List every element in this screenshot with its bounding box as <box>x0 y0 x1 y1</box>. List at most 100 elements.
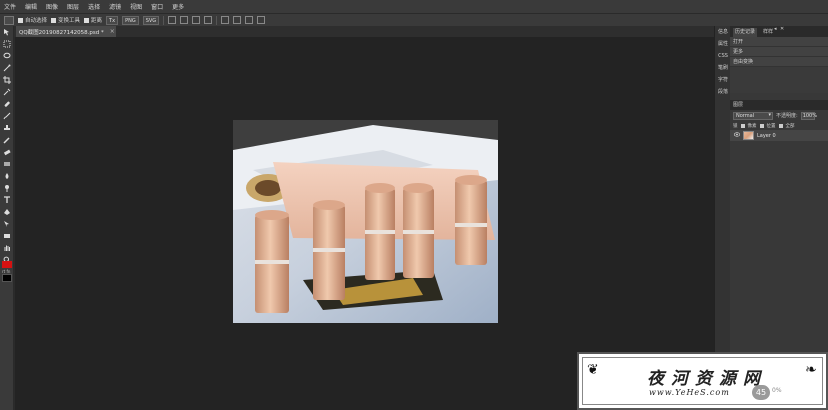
lock-all-checkbox[interactable] <box>778 123 783 128</box>
transform-controls-label: 变换工具 <box>58 18 81 24</box>
lasso-tool-icon[interactable] <box>0 50 14 62</box>
blur-tool-icon[interactable] <box>0 170 14 182</box>
dock-paragraph[interactable]: 段落 <box>715 86 731 98</box>
checkbox-box <box>51 17 57 23</box>
menu-edit[interactable]: 编辑 <box>25 2 37 11</box>
eraser-tool-icon[interactable] <box>0 146 14 158</box>
eye-icon[interactable] <box>733 132 741 139</box>
menu-select[interactable]: 选择 <box>88 2 100 11</box>
align-center-icon[interactable] <box>180 16 189 24</box>
history-item[interactable]: 自由变换 <box>730 57 828 67</box>
checkbox-box <box>84 17 90 23</box>
auto-select-checkbox[interactable]: 自动选择 <box>18 16 47 24</box>
menu-filter[interactable]: 滤镜 <box>109 2 121 11</box>
ornament-right-icon: ❧ <box>805 362 817 378</box>
menu-bar: 文件 编辑 图像 图层 选择 滤镜 视图 窗口 更多 <box>0 0 828 13</box>
menu-more[interactable]: 更多 <box>172 2 184 11</box>
divider <box>163 15 165 25</box>
dodge-tool-icon[interactable] <box>0 182 14 194</box>
progress-badge-text: 0% <box>772 387 782 394</box>
menu-window[interactable]: 窗口 <box>151 2 163 11</box>
history-item[interactable]: 打开 <box>730 37 828 47</box>
lock-pixels-checkbox[interactable] <box>740 123 745 128</box>
format-dropdown[interactable]: Tx <box>106 15 119 25</box>
stamp-tool-icon[interactable] <box>0 122 14 134</box>
layer-item[interactable]: Layer 0 <box>730 130 828 141</box>
options-bar: 自动选择 变换工具 距离 Tx PNG SVG <box>0 13 828 26</box>
close-panel-icon[interactable]: ✕ <box>780 26 784 32</box>
checkbox-box <box>18 17 23 23</box>
opacity-label: 不透明度: <box>776 113 798 119</box>
history-brush-icon[interactable] <box>0 134 14 146</box>
crop-tool-icon[interactable] <box>0 74 14 86</box>
history-panel-header: 历史记录 样样 ◂ ✕ <box>730 26 828 37</box>
transform-controls-checkbox[interactable]: 变换工具 <box>51 16 80 24</box>
lipstick-photo <box>233 120 498 323</box>
dock-character[interactable]: 字符 <box>715 74 731 86</box>
divider <box>216 15 218 25</box>
layers-empty-area <box>730 141 828 378</box>
link-icon[interactable] <box>257 16 266 24</box>
auto-select-label: 自动选择 <box>25 18 48 24</box>
text-tool-icon[interactable] <box>0 194 14 206</box>
lock-label: 锁 <box>733 123 738 129</box>
align-right-icon[interactable] <box>192 16 201 24</box>
menu-view[interactable]: 视图 <box>130 2 142 11</box>
eyedropper-icon[interactable] <box>0 86 14 98</box>
distance-checkbox[interactable]: 距离 <box>84 16 102 24</box>
canvas-image[interactable] <box>233 120 498 323</box>
gradient-tool-icon[interactable] <box>0 158 14 170</box>
watermark-url: www.YeHeS.com <box>649 388 730 397</box>
hand-tool-icon[interactable] <box>0 242 14 254</box>
lock-row: 锁 像素 位置 全部 <box>730 121 828 130</box>
distribute-vertical-icon[interactable] <box>233 16 242 24</box>
lock-pixels-label: 像素 <box>747 123 757 129</box>
magic-wand-icon[interactable] <box>0 62 14 74</box>
brush-tool-icon[interactable] <box>0 110 14 122</box>
watermark-logo: ❦ ❧ 夜河资源网 www.YeHeS.com 45 0% <box>577 352 828 410</box>
distance-label: 距离 <box>91 18 103 24</box>
layers-controls: Normal 不透明度: 100% <box>730 110 828 121</box>
history-item[interactable]: 更多 <box>730 47 828 57</box>
tab-history[interactable]: 历史记录 <box>733 28 758 37</box>
foreground-color-swatch[interactable] <box>2 261 12 268</box>
lock-position-checkbox[interactable] <box>759 123 764 128</box>
distribute-icon[interactable] <box>221 16 230 24</box>
marquee-tool-icon[interactable] <box>0 38 14 50</box>
close-tab-icon[interactable]: × <box>110 28 115 35</box>
tools-panel: rt fn <box>0 26 14 410</box>
layer-name: Layer 0 <box>757 132 776 139</box>
menu-image[interactable]: 图像 <box>46 2 58 11</box>
align-top-icon[interactable] <box>204 16 213 24</box>
shape-tool-icon[interactable] <box>0 230 14 242</box>
dock-info[interactable]: 信息 <box>715 26 731 38</box>
document-tab[interactable]: QQ截图20190827142058.psd * × <box>16 26 116 37</box>
dock-properties[interactable]: 属性 <box>715 38 731 50</box>
export-svg-button[interactable]: SVG <box>142 15 160 25</box>
pen-tool-icon[interactable] <box>0 206 14 218</box>
lock-all-label: 全部 <box>785 123 795 129</box>
watermark-title: 夜河资源网 <box>647 369 767 389</box>
layers-panel-header[interactable]: 图层 <box>730 100 828 110</box>
menu-layer[interactable]: 图层 <box>67 2 79 11</box>
background-color-swatch[interactable] <box>2 274 12 282</box>
export-png-button[interactable]: PNG <box>122 15 139 25</box>
opacity-input[interactable]: 100% <box>800 111 817 120</box>
lock-position-label: 位置 <box>766 123 776 129</box>
blend-mode-dropdown[interactable]: Normal <box>733 111 773 120</box>
tab-swatches[interactable]: 样样 <box>761 28 775 37</box>
dock-css[interactable]: CSS <box>715 50 731 62</box>
collapse-icon[interactable]: ◂ <box>774 26 777 32</box>
history-empty-area <box>730 67 828 93</box>
dock-brush[interactable]: 笔刷 <box>715 62 731 74</box>
menu-file[interactable]: 文件 <box>4 2 16 11</box>
move-tool-icon <box>4 15 14 25</box>
document-tab-title: QQ截图20190827142058.psd * <box>19 29 104 36</box>
healing-brush-icon[interactable] <box>0 98 14 110</box>
path-select-icon[interactable] <box>0 218 14 230</box>
layer-thumbnail <box>743 131 754 140</box>
align-left-icon[interactable] <box>168 16 177 24</box>
progress-badge: 45 <box>752 385 770 400</box>
move-tool-icon[interactable] <box>0 26 14 38</box>
arrange-icon[interactable] <box>245 16 254 24</box>
